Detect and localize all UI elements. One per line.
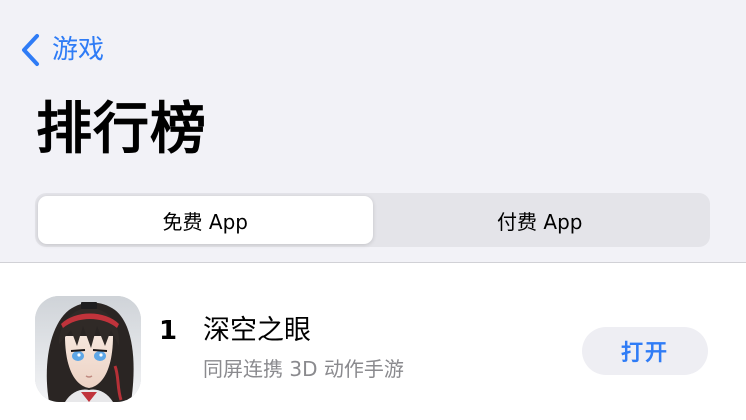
page-title: 排行榜 [36,97,207,162]
rank-number: 1 [159,316,178,346]
list-item[interactable]: 1 深空之眼 同屏连携 3D 动作手游 打开 [0,263,746,420]
open-button[interactable]: 打开 [582,327,708,375]
chevron-left-icon [22,34,39,66]
segmented-control: 免费 App 付费 App [35,193,710,247]
segment-free-apps[interactable]: 免费 App [38,196,373,244]
header-area: 游戏 排行榜 免费 App 付费 App [0,0,746,263]
app-name[interactable]: 深空之眼 [203,313,311,349]
back-button-label: 游戏 [52,35,105,65]
app-subtitle: 同屏连携 3D 动作手游 [203,357,404,381]
app-icon[interactable] [35,296,141,402]
segment-paid-apps[interactable]: 付费 App [373,196,708,244]
back-button[interactable]: 游戏 [20,30,104,70]
app-icon-artwork [35,296,141,402]
